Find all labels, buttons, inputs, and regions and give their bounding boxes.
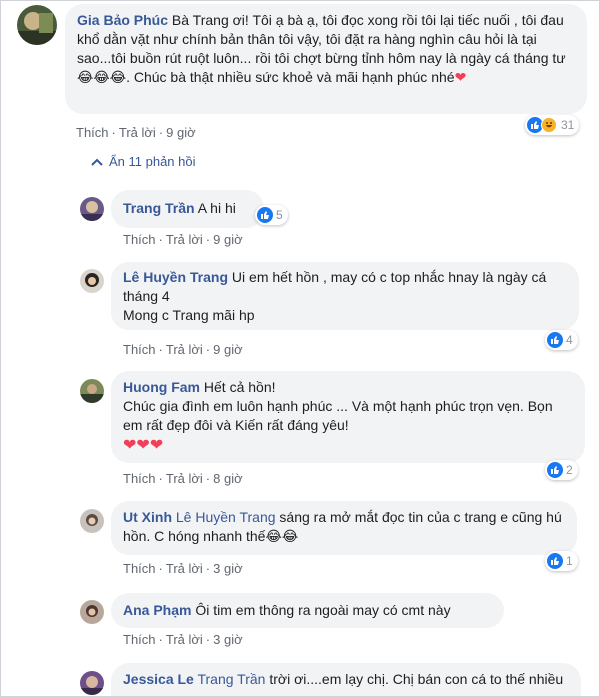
- reply-button[interactable]: Trả lời: [166, 471, 203, 486]
- like-button[interactable]: Thích: [123, 561, 156, 576]
- avatar-photo-icon: [80, 671, 104, 695]
- reply-bubble: Ana Phạm Ôi tim em thông ra ngoài may có…: [111, 593, 504, 628]
- reaction-number: 5: [276, 208, 283, 222]
- reaction-number: 2: [566, 463, 573, 477]
- laughing-emoji-icon: 😂😂😂: [77, 70, 127, 86]
- avatar[interactable]: [80, 197, 104, 221]
- reply-bubble: Trang Trần A hi hi: [111, 190, 264, 228]
- avatar-photo-icon: [80, 600, 104, 624]
- avatar-photo-icon: [17, 5, 57, 45]
- reply-time: 9 giờ: [213, 342, 243, 357]
- reply-button[interactable]: Trả lời: [166, 342, 203, 357]
- reply-button[interactable]: Trả lời: [166, 561, 203, 576]
- hide-replies-toggle[interactable]: Ẩn 11 phản hồi: [91, 154, 196, 169]
- reply-time: 9 giờ: [213, 232, 243, 247]
- reply-author[interactable]: Ana Phạm: [123, 602, 191, 618]
- like-button[interactable]: Thích: [123, 632, 156, 647]
- avatar[interactable]: [80, 671, 104, 695]
- avatar[interactable]: [80, 379, 104, 403]
- reply-bubble: Lê Huyền Trang Ui em hết hồn , may có c …: [111, 262, 579, 330]
- reply-time: 8 giờ: [213, 471, 243, 486]
- like-button[interactable]: Thích: [123, 342, 156, 357]
- reply-author[interactable]: Huong Fam: [123, 379, 200, 395]
- reaction-count[interactable]: 4: [545, 330, 578, 350]
- comment-text-continued: . Chúc bà thật nhiều sức khoẻ và mãi hạn…: [126, 69, 455, 85]
- reply-text-line: Chúc gia đình em luôn hạnh phúc ... Và m…: [123, 398, 553, 433]
- like-icon: [257, 207, 273, 223]
- reply-actions: Thích · Trả lời · 9 giờ: [123, 232, 243, 247]
- comment-time: 9 giờ: [166, 125, 196, 140]
- avatar[interactable]: [80, 509, 104, 533]
- mention-link[interactable]: Lê Huyền Trang: [176, 509, 276, 525]
- comment-thread: Gia Bảo Phúc Bà Trang ơi! Tôi ạ bà ạ, tô…: [0, 0, 600, 697]
- avatar[interactable]: [17, 5, 57, 45]
- chevron-up-icon: [91, 158, 103, 166]
- reaction-number: 4: [566, 333, 573, 347]
- reply-author[interactable]: Ut Xinh: [123, 509, 172, 525]
- reply-author[interactable]: Jessica Le: [123, 671, 194, 687]
- reply-author[interactable]: Trang Trần: [123, 200, 195, 216]
- reply-author[interactable]: Lê Huyền Trang: [123, 269, 228, 285]
- reaction-number: 1: [566, 554, 573, 568]
- avatar-photo-icon: [80, 379, 104, 403]
- heart-icon: ❤❤❤: [123, 435, 164, 454]
- reaction-count[interactable]: 31: [525, 115, 580, 135]
- mention-link[interactable]: Trang Trần: [197, 671, 265, 687]
- avatar-photo-icon: [80, 197, 104, 221]
- reply-text-line: Mong c Trang mãi hp: [123, 307, 255, 323]
- reply-bubble: Ut Xinh Lê Huyền Trang sáng ra mở mắt đọ…: [111, 501, 577, 555]
- comment-bubble: Gia Bảo Phúc Bà Trang ơi! Tôi ạ bà ạ, tô…: [65, 4, 587, 114]
- like-button[interactable]: Thích: [76, 125, 109, 140]
- reaction-count[interactable]: 5: [255, 205, 288, 225]
- reply-bubble: Huong Fam Hết cả hồn! Chúc gia đình em l…: [111, 371, 585, 463]
- like-icon: [547, 553, 563, 569]
- like-icon: [547, 332, 563, 348]
- reply-text: Ôi tim em thông ra ngoài may có cmt này: [195, 602, 451, 618]
- reply-text: A hi hi: [197, 200, 236, 216]
- reaction-count[interactable]: 2: [545, 460, 578, 480]
- reply-actions: Thích · Trả lời · 3 giờ: [123, 561, 243, 576]
- hide-replies-label: Ẩn 11 phản hồi: [109, 154, 196, 169]
- comment-author[interactable]: Gia Bảo Phúc: [77, 12, 168, 28]
- reply-button[interactable]: Trả lời: [166, 232, 203, 247]
- haha-icon: [541, 117, 557, 133]
- reply-actions: Thích · Trả lời · 8 giờ: [123, 471, 243, 486]
- like-icon: [547, 462, 563, 478]
- reply-time: 3 giờ: [213, 632, 243, 647]
- reply-bubble: Jessica Le Trang Trần trời ơi....em lạy …: [111, 663, 581, 696]
- avatar-photo-icon: [80, 269, 104, 293]
- reply-button[interactable]: Trả lời: [119, 125, 156, 140]
- reply-actions: Thích · Trả lời · 9 giờ: [123, 342, 243, 357]
- reaction-number: 31: [561, 118, 575, 132]
- heart-icon: ❤: [454, 70, 467, 86]
- like-button[interactable]: Thích: [123, 471, 156, 486]
- comment-actions: Thích · Trả lời · 9 giờ: [76, 125, 196, 140]
- avatar-photo-icon: [80, 509, 104, 533]
- reply-actions: Thích · Trả lời · 3 giờ: [123, 632, 243, 647]
- reply-time: 3 giờ: [213, 561, 243, 576]
- reply-text: Hết cả hồn!: [203, 379, 276, 395]
- reaction-count[interactable]: 1: [545, 551, 578, 571]
- avatar[interactable]: [80, 600, 104, 624]
- avatar[interactable]: [80, 269, 104, 293]
- like-button[interactable]: Thích: [123, 232, 156, 247]
- laughing-emoji-icon: 😂😂: [265, 529, 299, 545]
- reply-button[interactable]: Trả lời: [166, 632, 203, 647]
- reply-text: trời ơi....em lạy chị. Chị bán con cá to…: [269, 671, 564, 687]
